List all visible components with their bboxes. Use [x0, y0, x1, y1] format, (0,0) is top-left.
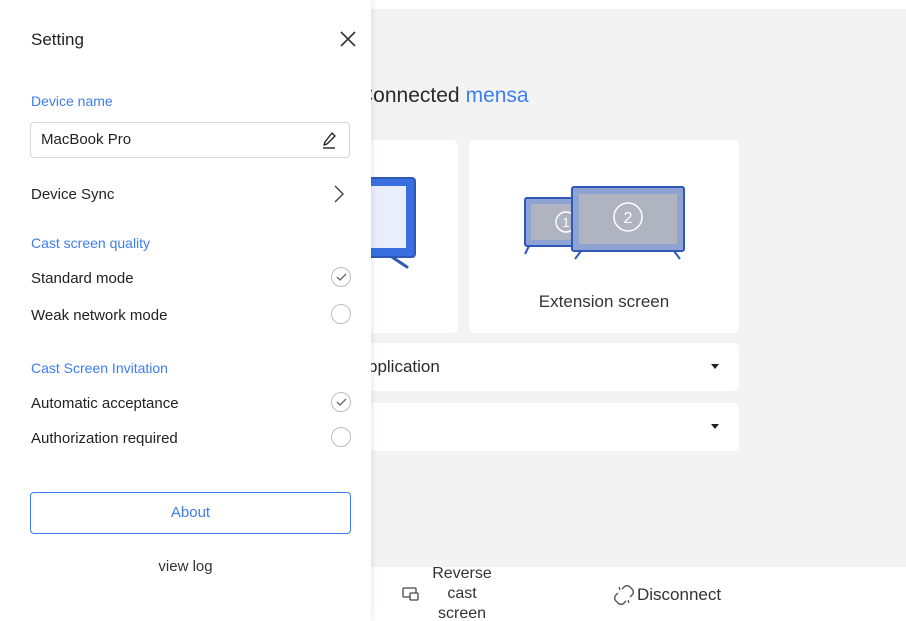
application-dropdown-value: pplication: [368, 357, 440, 376]
close-button[interactable]: [337, 28, 359, 50]
view-log-link[interactable]: view log: [0, 558, 371, 575]
reverse-cast-button[interactable]: Reverse cast screen: [402, 564, 498, 621]
reverse-cast-label-line-1: Reverse: [432, 565, 492, 582]
dual-monitor-icon: 1 2: [524, 186, 685, 260]
reverse-cast-label: Reverse cast screen: [426, 564, 498, 621]
reverse-cast-icon: [402, 587, 419, 601]
cast-invitation-heading: Cast Screen Invitation: [31, 360, 168, 376]
connected-device-name: mensa: [465, 84, 529, 107]
authorization-required-option[interactable]: Authorization required: [31, 427, 351, 451]
device-name-input[interactable]: [41, 131, 311, 148]
connection-status-label: Connected: [358, 84, 460, 107]
cast-quality-heading: Cast screen quality: [31, 235, 151, 251]
device-name-field[interactable]: [30, 122, 350, 158]
extension-screen-card[interactable]: 1 2 Extension screen: [469, 140, 739, 333]
close-icon: [340, 31, 356, 47]
monitor-badge-2: 2: [624, 210, 633, 227]
standard-mode-option[interactable]: Standard mode: [31, 267, 351, 291]
pencil-icon[interactable]: [321, 131, 337, 149]
automatic-acceptance-label: Automatic acceptance: [31, 395, 179, 412]
check-icon: [336, 273, 347, 281]
extension-screen-label: Extension screen: [538, 292, 670, 311]
secondary-dropdown[interactable]: [352, 403, 739, 451]
connection-status: Connected mensa: [358, 84, 529, 108]
automatic-acceptance-option[interactable]: Automatic acceptance: [31, 392, 351, 416]
reverse-cast-label-line-2: cast: [447, 585, 477, 602]
broken-link-icon: [614, 585, 634, 605]
app-window: Connected mensa 1 2 Extension screen ppl…: [0, 0, 906, 621]
caret-down-icon: [711, 424, 719, 429]
authorization-required-radio[interactable]: [331, 427, 351, 447]
settings-panel: Setting Device name Device Sync Cast scr…: [0, 0, 371, 621]
weak-network-mode-radio[interactable]: [331, 304, 351, 324]
monitor-badge-1: 1: [562, 215, 569, 230]
weak-network-mode-option[interactable]: Weak network mode: [31, 304, 351, 328]
standard-mode-radio[interactable]: [331, 267, 351, 287]
caret-down-icon: [711, 364, 719, 369]
device-name-heading: Device name: [31, 93, 113, 109]
device-sync-row[interactable]: Device Sync: [31, 183, 351, 207]
authorization-required-label: Authorization required: [31, 430, 178, 447]
settings-title: Setting: [31, 30, 84, 49]
about-button[interactable]: About: [30, 492, 351, 534]
disconnect-label: Disconnect: [637, 585, 722, 604]
check-icon: [336, 398, 347, 406]
automatic-acceptance-radio[interactable]: [331, 392, 351, 412]
application-dropdown[interactable]: pplication: [352, 343, 739, 391]
device-sync-label: Device Sync: [31, 186, 115, 203]
standard-mode-label: Standard mode: [31, 270, 134, 287]
disconnect-button[interactable]: Disconnect: [613, 584, 721, 606]
chevron-right-icon: [334, 185, 344, 203]
weak-network-mode-label: Weak network mode: [31, 307, 168, 324]
reverse-cast-label-line-3: screen: [437, 605, 487, 621]
